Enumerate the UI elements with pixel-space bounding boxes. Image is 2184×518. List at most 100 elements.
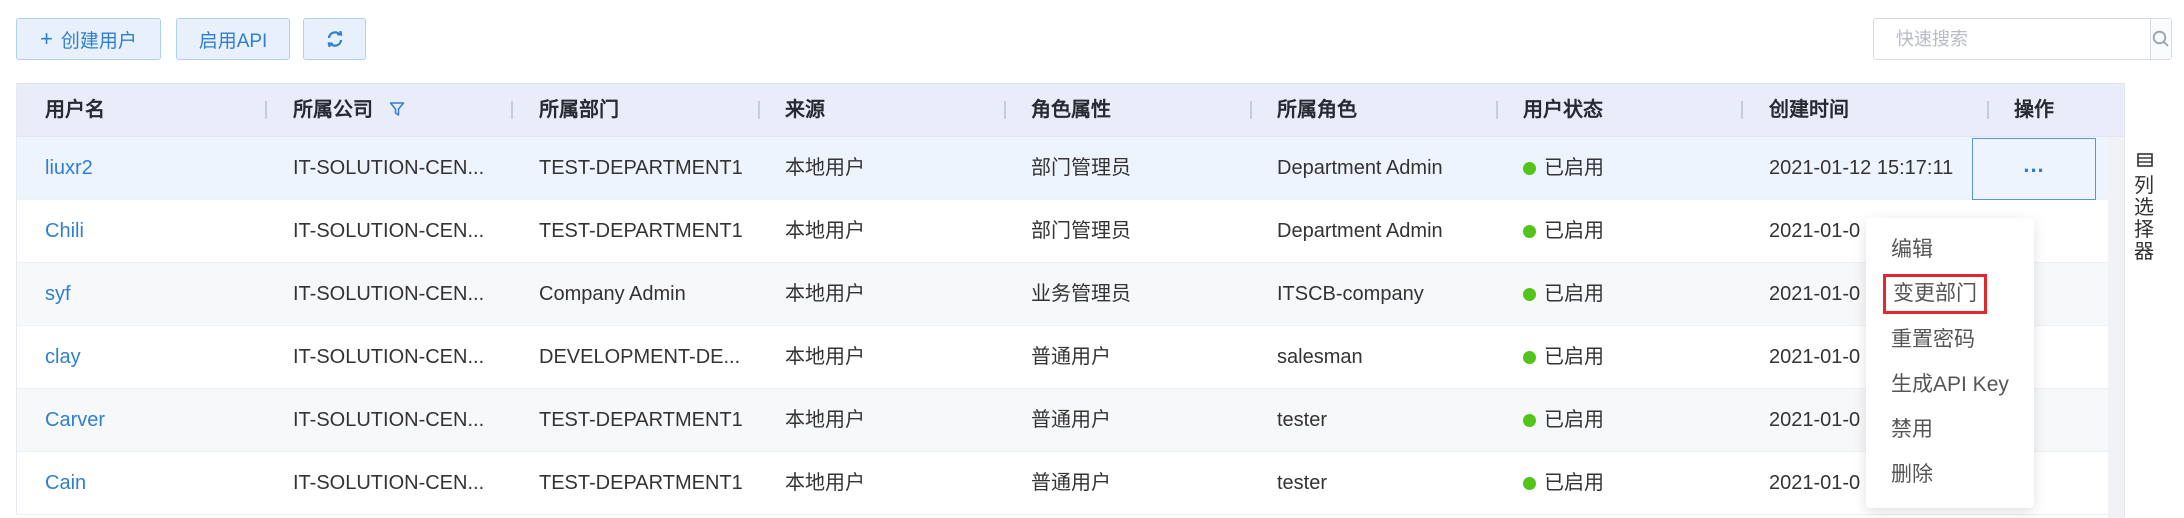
col-header-created[interactable]: 创建时间 — [1769, 84, 1849, 136]
source-cell: 本地用户 — [785, 220, 865, 242]
username-link[interactable]: Chili — [45, 200, 84, 262]
row-action-menu: 编辑 变更部门 重置密码 生成API Key 禁用 删除 — [1866, 218, 2034, 508]
company-cell: IT-SOLUTION-CEN... — [293, 157, 485, 179]
column-divider[interactable] — [1741, 101, 1743, 119]
search-button[interactable] — [2150, 19, 2171, 59]
menu-item-edit[interactable]: 编辑 — [1891, 230, 1933, 270]
created-cell: 2021-01-0 — [1769, 346, 1861, 368]
created-cell: 2021-01-12 15:17:11 — [1769, 157, 1954, 179]
role-attr-cell: 普通用户 — [1031, 346, 1111, 368]
status-cell: 已启用 — [1523, 389, 1604, 451]
column-chooser-label: 列选择器 — [2134, 175, 2154, 263]
created-cell: 2021-01-0 — [1769, 472, 1861, 494]
column-divider[interactable] — [1004, 101, 1006, 119]
col-header-username[interactable]: 用户名 — [45, 84, 105, 136]
table-row[interactable]: Chili IT-SOLUTION-CEN... TEST-DEPARTMENT… — [17, 200, 2125, 263]
menu-item-generate-api-key[interactable]: 生成API Key — [1891, 365, 2009, 405]
company-cell: IT-SOLUTION-CEN... — [293, 283, 485, 305]
enable-api-button[interactable]: 启用API — [176, 18, 290, 60]
username-link[interactable]: clay — [45, 326, 81, 388]
role-cell: ITSCB-company — [1277, 283, 1424, 305]
column-divider[interactable] — [1496, 101, 1498, 119]
search-input[interactable] — [1874, 19, 2150, 59]
table-row[interactable]: clay IT-SOLUTION-CEN... DEVELOPMENT-DE..… — [17, 326, 2125, 389]
department-cell: TEST-DEPARTMENT1 — [539, 157, 743, 179]
username-link[interactable]: Carver — [45, 389, 105, 451]
table-row[interactable]: liuxr2 IT-SOLUTION-CEN... TEST-DEPARTMEN… — [17, 137, 2125, 200]
created-cell: 2021-01-0 — [1769, 220, 1861, 242]
status-dot-icon — [1523, 225, 1536, 238]
source-cell: 本地用户 — [785, 346, 865, 368]
table-header: 用户名 所属公司 所属部门 来源 角色属性 所属角色 用户状态 创建时间 操作 — [17, 83, 2125, 137]
status-cell: 已启用 — [1523, 452, 1604, 514]
column-divider[interactable] — [1987, 101, 1989, 119]
role-attr-cell: 部门管理员 — [1031, 157, 1131, 179]
status-cell: 已启用 — [1523, 200, 1604, 262]
source-cell: 本地用户 — [785, 283, 865, 305]
company-cell: IT-SOLUTION-CEN... — [293, 346, 485, 368]
menu-item-change-department[interactable]: 变更部门 — [1883, 274, 1987, 314]
row-actions-button[interactable]: ... — [1972, 138, 2096, 200]
table-row[interactable]: Carver IT-SOLUTION-CEN... TEST-DEPARTMEN… — [17, 389, 2125, 452]
search-box — [1873, 18, 2172, 60]
role-cell: salesman — [1277, 346, 1363, 368]
status-label: 已启用 — [1544, 472, 1604, 494]
column-chooser[interactable]: 列选择器 — [2124, 83, 2165, 518]
department-cell: TEST-DEPARTMENT1 — [539, 472, 743, 494]
column-divider[interactable] — [758, 101, 760, 119]
col-header-company[interactable]: 所属公司 — [293, 84, 405, 136]
table-row[interactable]: syf IT-SOLUTION-CEN... Company Admin 本地用… — [17, 263, 2125, 326]
created-cell: 2021-01-0 — [1769, 409, 1861, 431]
role-cell: Department Admin — [1277, 157, 1443, 179]
search-icon — [2152, 30, 2169, 47]
username-link[interactable]: Cain — [45, 452, 86, 514]
enable-api-label: 启用API — [198, 30, 268, 52]
username-link[interactable]: liuxr2 — [45, 137, 93, 199]
menu-item-disable[interactable]: 禁用 — [1891, 410, 1933, 450]
status-label: 已启用 — [1544, 283, 1604, 305]
filter-icon[interactable] — [389, 101, 405, 117]
col-header-role[interactable]: 所属角色 — [1277, 84, 1357, 136]
column-divider[interactable] — [511, 101, 513, 119]
create-user-button[interactable]: + 创建用户 — [16, 18, 161, 60]
status-label: 已启用 — [1544, 409, 1604, 431]
col-header-source[interactable]: 来源 — [785, 84, 825, 136]
status-dot-icon — [1523, 414, 1536, 427]
created-cell: 2021-01-0 — [1769, 283, 1861, 305]
column-divider[interactable] — [1250, 101, 1252, 119]
status-dot-icon — [1523, 351, 1536, 364]
col-header-department[interactable]: 所属部门 — [539, 84, 619, 136]
refresh-button[interactable] — [303, 18, 366, 60]
role-attr-cell: 业务管理员 — [1031, 283, 1131, 305]
status-label: 已启用 — [1544, 346, 1604, 368]
col-header-role-attr[interactable]: 角色属性 — [1031, 84, 1111, 136]
user-table: 用户名 所属公司 所属部门 来源 角色属性 所属角色 用户状态 创建时间 操作 … — [16, 83, 2125, 515]
status-label: 已启用 — [1544, 220, 1604, 242]
col-header-actions: 操作 — [2014, 99, 2054, 121]
status-dot-icon — [1523, 477, 1536, 490]
username-link[interactable]: syf — [45, 263, 71, 325]
role-attr-cell: 普通用户 — [1031, 472, 1111, 494]
company-cell: IT-SOLUTION-CEN... — [293, 472, 485, 494]
column-divider[interactable] — [265, 101, 267, 119]
role-attr-cell: 部门管理员 — [1031, 220, 1131, 242]
menu-item-reset-password[interactable]: 重置密码 — [1891, 320, 1975, 360]
role-cell: Department Admin — [1277, 220, 1443, 242]
status-label: 已启用 — [1544, 157, 1604, 179]
col-header-status[interactable]: 用户状态 — [1523, 84, 1603, 136]
source-cell: 本地用户 — [785, 157, 865, 179]
department-cell: Company Admin — [539, 283, 686, 305]
company-cell: IT-SOLUTION-CEN... — [293, 220, 485, 242]
col-header-company-label: 所属公司 — [293, 99, 373, 121]
refresh-icon — [327, 30, 342, 48]
table-row[interactable]: Cain IT-SOLUTION-CEN... TEST-DEPARTMENT1… — [17, 452, 2125, 515]
menu-item-delete[interactable]: 删除 — [1891, 455, 1933, 495]
status-cell: 已启用 — [1523, 326, 1604, 388]
department-cell: TEST-DEPARTMENT1 — [539, 409, 743, 431]
source-cell: 本地用户 — [785, 409, 865, 431]
plus-icon: + — [40, 26, 53, 51]
vertical-scrollbar[interactable] — [2108, 137, 2124, 518]
department-cell: DEVELOPMENT-DE... — [539, 346, 741, 368]
create-user-label: 创建用户 — [60, 30, 137, 52]
status-dot-icon — [1523, 288, 1536, 301]
